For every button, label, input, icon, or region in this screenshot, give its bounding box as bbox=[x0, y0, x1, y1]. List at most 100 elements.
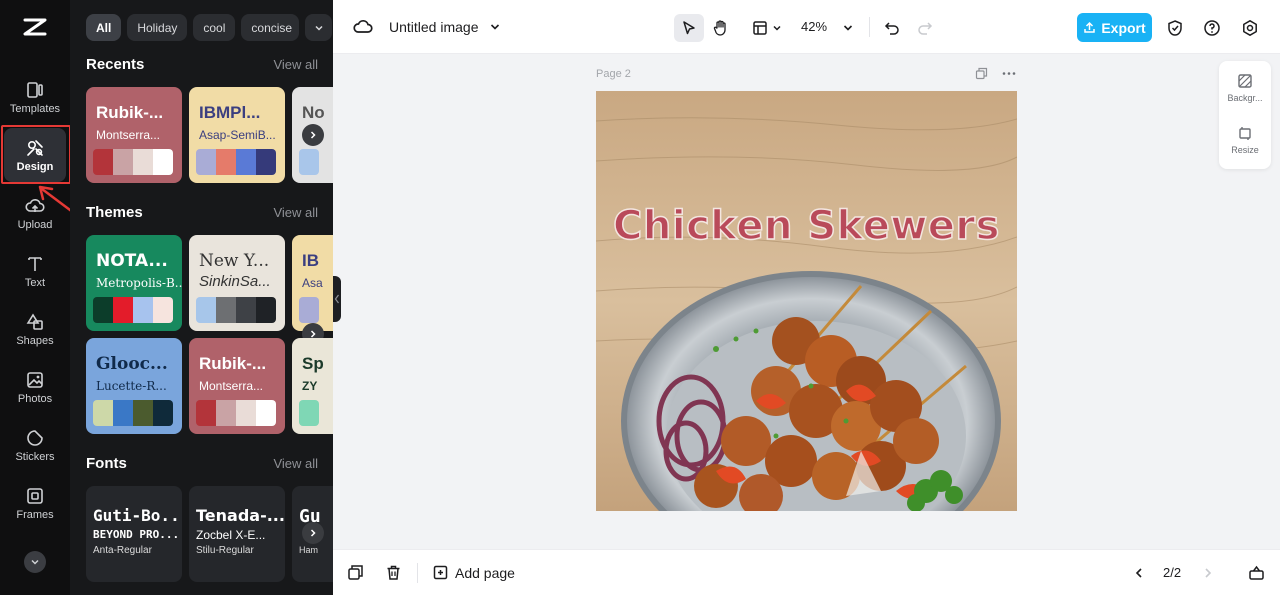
chips-more-button[interactable] bbox=[305, 14, 333, 41]
recent-card-2[interactable]: IBMPl... Asap-SemiB... bbox=[189, 87, 285, 183]
chevron-down-icon bbox=[31, 559, 39, 565]
gear-icon bbox=[1243, 20, 1257, 36]
cursor-arrow-icon bbox=[683, 21, 695, 35]
chevron-left-icon[interactable] bbox=[1133, 567, 1145, 579]
font-card-heading: Tenada-... bbox=[196, 506, 285, 525]
zoom-level[interactable]: 42% bbox=[801, 19, 827, 34]
chip-all[interactable]: All bbox=[86, 14, 122, 41]
resize-button[interactable]: Resize bbox=[1219, 125, 1271, 155]
theme-card-4[interactable]: Glooc... Lucette-R... bbox=[86, 338, 182, 434]
rail-item-frames[interactable]: Frames bbox=[4, 476, 66, 530]
font-card-1[interactable]: Guti-Bo... BEYOND PRO... Anta-Regular bbox=[86, 486, 182, 582]
duplicate-page-icon[interactable] bbox=[975, 67, 988, 80]
rail-more-button[interactable] bbox=[24, 551, 46, 573]
photos-icon bbox=[27, 371, 43, 388]
card-body-font: Montserra... bbox=[96, 128, 161, 142]
page-tools bbox=[975, 67, 1016, 80]
theme-card-1[interactable]: NOTA... Metropolis-B... bbox=[86, 235, 182, 331]
resize-icon bbox=[1239, 127, 1251, 140]
theme-card-5[interactable]: Rubik-... Montserra... bbox=[189, 338, 285, 434]
rail-item-templates[interactable]: Templates bbox=[4, 70, 66, 124]
rail-item-shapes[interactable]: Shapes bbox=[4, 302, 66, 356]
background-button[interactable]: Backgr... bbox=[1219, 73, 1271, 103]
settings-button[interactable] bbox=[1239, 14, 1261, 42]
shield-button[interactable] bbox=[1164, 14, 1186, 42]
card-body-font: ZY bbox=[302, 379, 318, 393]
document-title[interactable]: Untitled image bbox=[389, 19, 479, 35]
card-heading-font: NOTA... bbox=[96, 251, 168, 271]
rail-item-text[interactable]: Text bbox=[4, 244, 66, 298]
duplicate-page-icon[interactable] bbox=[347, 564, 364, 581]
rail-label: Text bbox=[24, 276, 46, 289]
chevron-right-icon[interactable] bbox=[1202, 567, 1214, 579]
bottom-toolbar: Add page 2/2 bbox=[333, 549, 1280, 595]
card-heading-font: Rubik-... bbox=[199, 354, 267, 373]
export-button[interactable]: Export bbox=[1077, 13, 1152, 42]
font-card-body: Ham bbox=[299, 545, 319, 555]
layout-dropdown-button[interactable] bbox=[749, 14, 785, 42]
cloud-sync-icon[interactable] bbox=[353, 17, 373, 37]
font-card-subheading: BEYOND PRO... bbox=[93, 528, 180, 541]
themes-view-all-link[interactable]: View all bbox=[273, 205, 318, 220]
chip-holiday[interactable]: Holiday bbox=[127, 14, 188, 41]
palette-swatch bbox=[299, 297, 319, 323]
layout-icon bbox=[753, 21, 767, 35]
theme-card-3[interactable]: IB Asa bbox=[292, 235, 333, 331]
upload-arrow-icon bbox=[1084, 21, 1096, 33]
toolbar-divider bbox=[417, 563, 418, 583]
more-options-icon[interactable] bbox=[1002, 67, 1016, 80]
trash-icon[interactable] bbox=[385, 564, 402, 581]
chicken-skewers-photo[interactable] bbox=[596, 91, 1017, 511]
pages-panel-icon[interactable] bbox=[1248, 564, 1265, 581]
canvas-artboard[interactable]: Chicken Skewers bbox=[596, 91, 1017, 511]
recent-card-1[interactable]: Rubik-... Montserra... bbox=[86, 87, 182, 183]
theme-card-6[interactable]: Sp ZY bbox=[292, 338, 333, 434]
card-palette bbox=[196, 297, 276, 323]
add-page-button[interactable]: Add page bbox=[433, 565, 515, 581]
palette-swatch bbox=[216, 400, 236, 426]
card-heading-font: IB bbox=[302, 251, 319, 270]
recents-view-all-link[interactable]: View all bbox=[273, 57, 318, 72]
chevron-down-icon[interactable] bbox=[489, 21, 501, 33]
undo-button[interactable] bbox=[882, 14, 902, 42]
undo-icon bbox=[884, 22, 899, 35]
card-heading-font: Glooc... bbox=[96, 354, 168, 374]
capcut-logo-icon[interactable] bbox=[22, 14, 48, 40]
fonts-view-all-link[interactable]: View all bbox=[273, 456, 318, 471]
select-tool-button[interactable] bbox=[674, 14, 704, 42]
font-card-2[interactable]: Tenada-... Zocbel X-E... Stilu-Regular bbox=[189, 486, 285, 582]
help-button[interactable] bbox=[1201, 14, 1223, 42]
chip-cool[interactable]: cool bbox=[193, 14, 236, 41]
redo-button[interactable] bbox=[915, 14, 935, 42]
chip-concise[interactable]: concise bbox=[241, 14, 300, 41]
headline-text[interactable]: Chicken Skewers bbox=[596, 202, 1017, 250]
theme-card-2[interactable]: New Y... SinkinSa... bbox=[189, 235, 285, 331]
help-icon bbox=[1204, 20, 1220, 36]
design-panel: All Holiday cool concise Recents View al… bbox=[70, 0, 333, 595]
rail-label: Photos bbox=[17, 392, 53, 405]
palette-swatch bbox=[216, 149, 236, 175]
palette-swatch bbox=[236, 400, 256, 426]
background-label: Backgr... bbox=[1227, 93, 1263, 103]
font-card-subheading: Zocbel X-E... bbox=[196, 528, 266, 542]
card-body-font: SinkinSa... bbox=[199, 273, 271, 290]
panel-collapse-handle[interactable] bbox=[333, 276, 341, 322]
chevron-down-icon[interactable] bbox=[842, 22, 854, 34]
chevron-right-icon bbox=[310, 131, 316, 139]
templates-icon bbox=[27, 81, 43, 98]
rail-item-stickers[interactable]: Stickers bbox=[4, 418, 66, 472]
card-heading-font: New Y... bbox=[199, 251, 270, 271]
palette-swatch bbox=[133, 400, 153, 426]
add-page-label: Add page bbox=[455, 565, 515, 581]
palette-swatch bbox=[236, 297, 256, 323]
palette-swatch bbox=[113, 400, 133, 426]
rail-item-photos[interactable]: Photos bbox=[4, 360, 66, 414]
hand-tool-button[interactable] bbox=[709, 14, 733, 42]
recents-scroll-right-button[interactable] bbox=[302, 124, 324, 146]
card-body-font: Asa bbox=[302, 276, 323, 290]
redo-icon bbox=[918, 22, 933, 35]
card-body-font: Lucette-R... bbox=[96, 379, 167, 393]
fonts-scroll-right-button[interactable] bbox=[302, 522, 324, 544]
frames-icon bbox=[27, 487, 43, 504]
background-icon bbox=[1238, 74, 1252, 88]
